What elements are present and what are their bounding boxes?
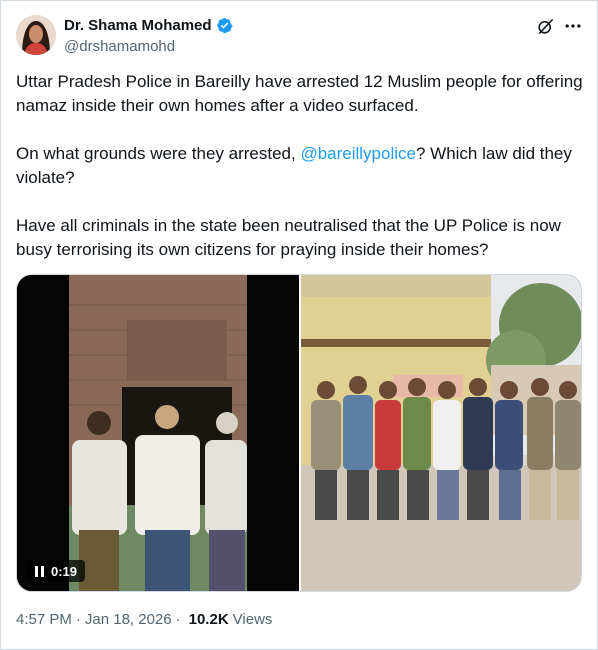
pause-icon[interactable] bbox=[35, 565, 45, 577]
photo[interactable] bbox=[301, 275, 581, 591]
tweet-card: Dr. Shama Mohamed @drshamamohd Uttar Pra… bbox=[0, 0, 598, 650]
grok-icon[interactable] bbox=[536, 17, 555, 36]
author-handle[interactable]: @drshamamohd bbox=[64, 38, 175, 55]
media-grid: 0:19 bbox=[16, 274, 582, 592]
video-playback-pill[interactable]: 0:19 bbox=[27, 560, 86, 582]
tweet-paragraph-2-start: On what grounds were they arrested, bbox=[16, 144, 301, 163]
views-label: Views bbox=[232, 611, 273, 628]
meta-separator: · bbox=[175, 611, 181, 628]
avatar[interactable] bbox=[16, 15, 56, 55]
video-time: 0:19 bbox=[51, 563, 78, 579]
author-display-name[interactable]: Dr. Shama Mohamed bbox=[64, 17, 212, 34]
more-options-icon[interactable] bbox=[563, 16, 583, 36]
video-thumbnail bbox=[17, 275, 299, 591]
views-count: 10.2K bbox=[188, 611, 229, 628]
tweet-paragraph-3: Have all criminals in the state been neu… bbox=[16, 216, 561, 259]
video-player[interactable]: 0:19 bbox=[17, 275, 299, 591]
tweet-paragraph-2: On what grounds were they arrested, @bar… bbox=[16, 142, 586, 190]
verified-badge-icon bbox=[216, 17, 233, 34]
photo-image bbox=[301, 275, 581, 591]
tweet-paragraph-1: Uttar Pradesh Police in Bareilly have ar… bbox=[16, 72, 583, 115]
tweet-text: Uttar Pradesh Police in Bareilly have ar… bbox=[16, 70, 586, 286]
tweet-date[interactable]: Jan 18, 2026 bbox=[85, 611, 172, 628]
tweet-meta: 4:57 PM · Jan 18, 2026 · 10.2K Views bbox=[16, 611, 272, 628]
meta-separator: · bbox=[75, 611, 81, 628]
tweet-time[interactable]: 4:57 PM bbox=[16, 611, 72, 628]
author-name-row[interactable]: Dr. Shama Mohamed bbox=[64, 17, 233, 34]
mention-link[interactable]: @bareillypolice bbox=[300, 144, 416, 163]
